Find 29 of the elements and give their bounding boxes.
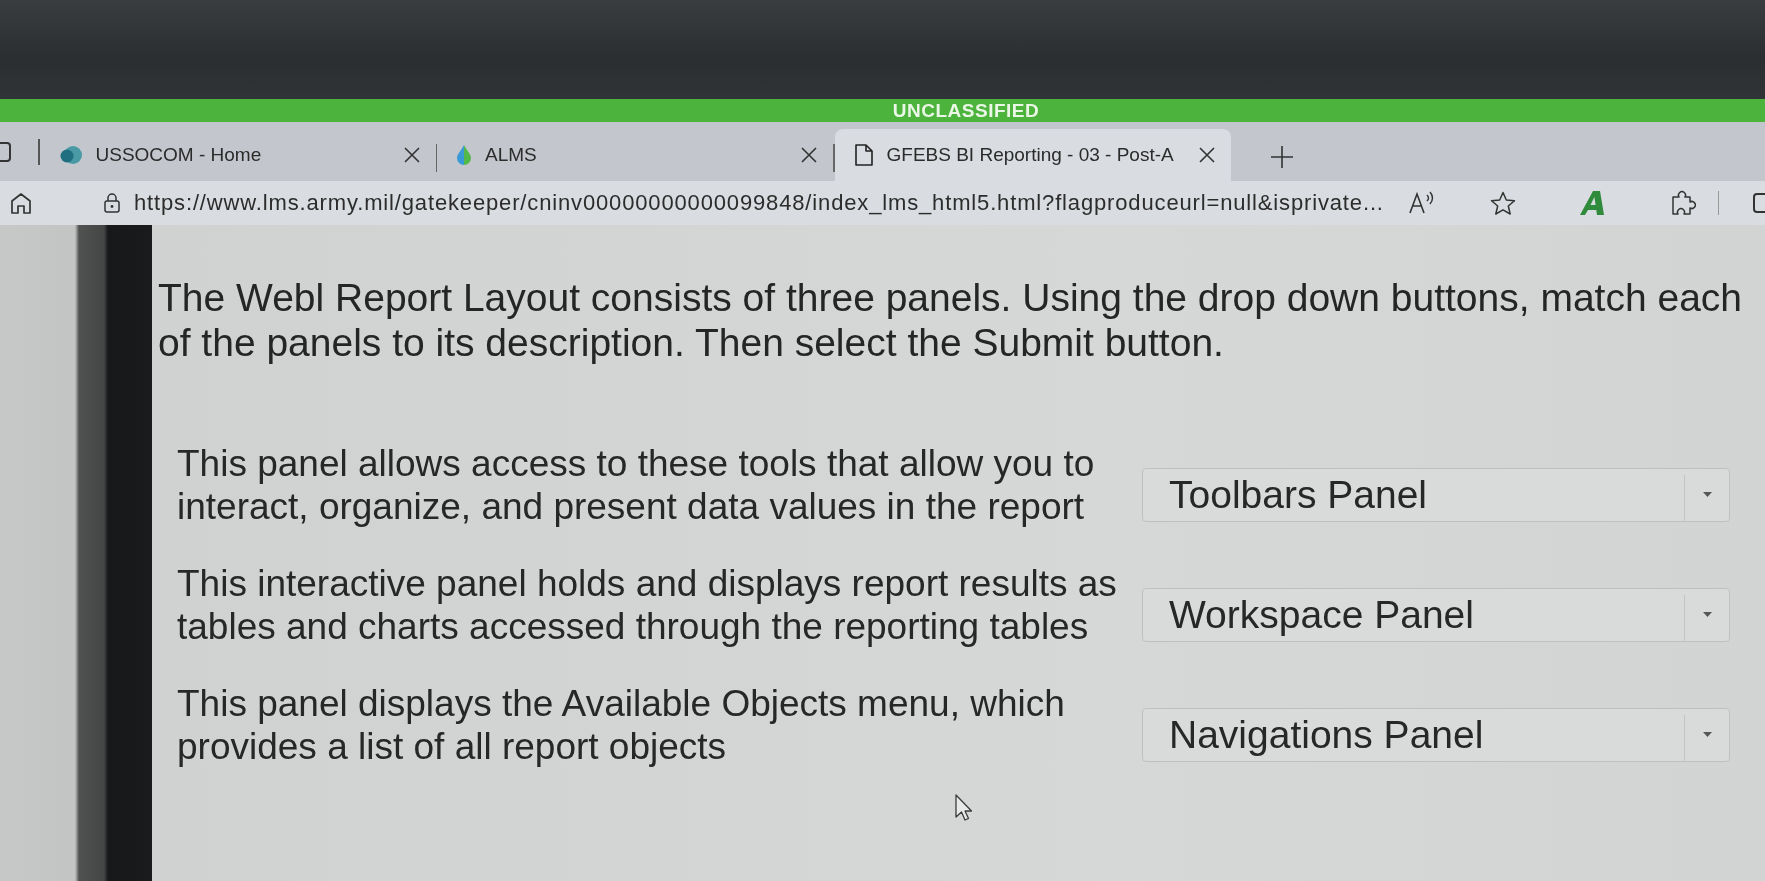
puzzle-icon[interactable] xyxy=(1669,190,1696,216)
close-icon[interactable] xyxy=(801,147,817,163)
text-sound-icon[interactable] xyxy=(1407,191,1436,215)
mouse-pointer-icon xyxy=(955,794,972,821)
description-text: This interactive panel holds and displays report results as tables and charts accessed through the reporting tables xyxy=(177,562,1118,648)
classification-banner: UNCLASSIFIED xyxy=(0,99,1765,122)
answer-dropdown[interactable]: Navigations Panel xyxy=(1142,708,1730,762)
browser-tab[interactable]: GFEBS BI Reporting - 03 - Post-A xyxy=(834,129,1231,181)
caret-icon xyxy=(1702,731,1712,737)
plus-icon[interactable] xyxy=(1270,146,1293,168)
browser-tab[interactable]: ALMS xyxy=(437,129,833,181)
instructions-text: The Webl Report Layout consists of three panels. Using the drop down buttons, match each of the panels to its description. Then select the Submit button. xyxy=(158,275,1743,365)
star-icon[interactable] xyxy=(1489,190,1516,216)
circle-logo-icon xyxy=(59,145,82,165)
browser-tab[interactable]: USSOCOM - Home xyxy=(39,129,436,181)
droplet-icon xyxy=(457,145,471,165)
answer-dropdown[interactable]: Toolbars Panel xyxy=(1142,468,1730,522)
close-icon[interactable] xyxy=(1198,147,1215,163)
address-field[interactable]: https://www.lms.army.mil/gatekeeper/cninv00000000000099848/index_lms_html5.html?flagproduceurl=null&isprivate... xyxy=(134,190,1384,216)
slanted-logo-icon[interactable] xyxy=(1579,191,1604,215)
caret-icon xyxy=(1702,611,1712,617)
description-text: This panel displays the Available Objects menu, which provides a list of all report objects xyxy=(177,682,1066,768)
close-icon[interactable] xyxy=(403,147,420,163)
home-icon[interactable] xyxy=(10,192,32,214)
caret-icon xyxy=(1702,491,1712,497)
document-icon xyxy=(854,144,873,166)
answer-dropdown[interactable]: Workspace Panel xyxy=(1142,588,1730,642)
lock-icon[interactable] xyxy=(104,193,120,213)
description-text: This panel allows access to these tools that allow you to interact, organize, and present data values in the report xyxy=(177,442,1096,528)
